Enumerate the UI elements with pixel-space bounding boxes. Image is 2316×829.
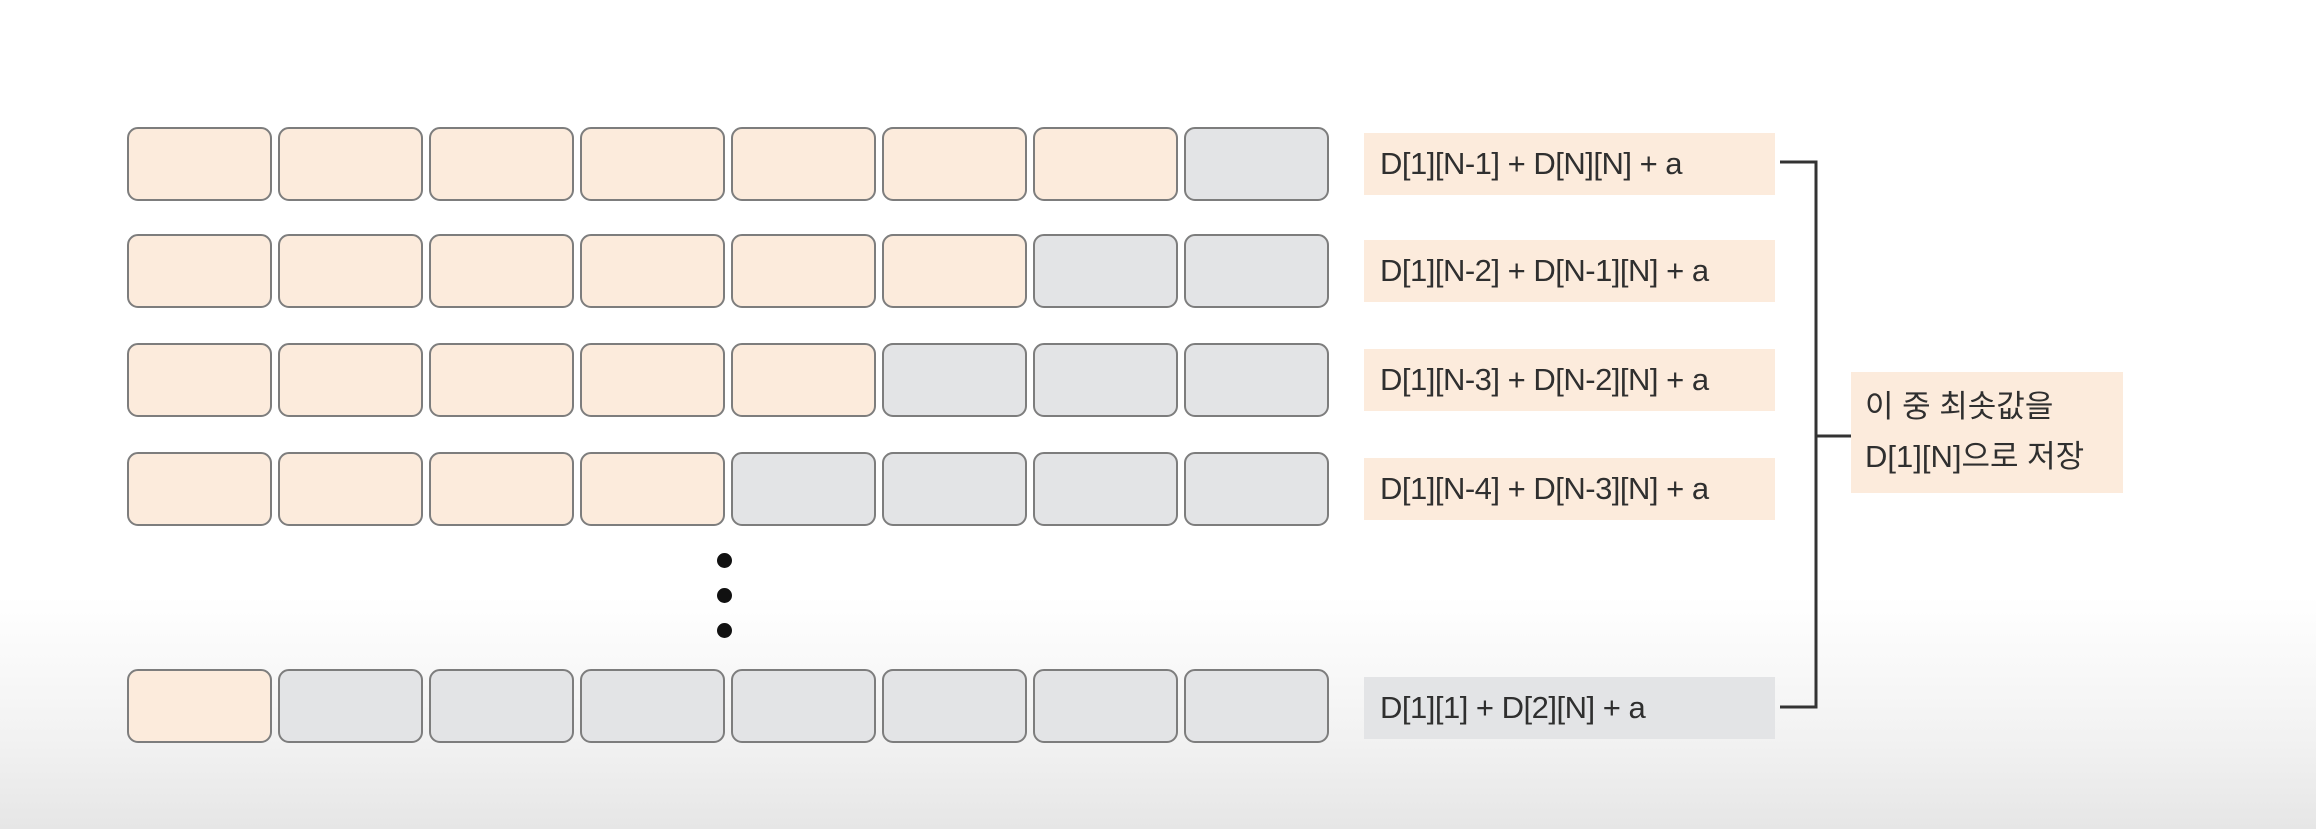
empty-cell [1184,452,1329,526]
ellipsis-dot [717,588,732,603]
filled-cell [429,343,574,417]
formula-label: D[1][1] + D[2][N] + a [1364,677,1775,739]
empty-cell [1184,669,1329,743]
filled-cell [127,452,272,526]
ellipsis-dot [717,623,732,638]
cell-row [127,234,1329,308]
grouping-bracket [1780,160,1852,709]
filled-cell [127,669,272,743]
empty-cell [580,669,725,743]
empty-cell [1184,127,1329,201]
filled-cell [882,127,1027,201]
empty-cell [1033,343,1178,417]
filled-cell [731,127,876,201]
result-note: 이 중 최솟값을 D[1][N]으로 저장 [1851,372,2123,493]
filled-cell [580,234,725,308]
filled-cell [731,343,876,417]
empty-cell [1033,669,1178,743]
formula-label: D[1][N-2] + D[N-1][N] + a [1364,240,1775,302]
filled-cell [580,343,725,417]
filled-cell [429,234,574,308]
filled-cell [580,127,725,201]
empty-cell [882,669,1027,743]
filled-cell [278,452,423,526]
cell-row [127,669,1329,743]
empty-cell [429,669,574,743]
filled-cell [278,127,423,201]
ellipsis-dot [717,553,732,568]
formula-label: D[1][N-1] + D[N][N] + a [1364,133,1775,195]
dp-diagram: D[1][N-1] + D[N][N] + a D[1][N-2] + D[N-… [0,0,2316,829]
filled-cell [278,234,423,308]
filled-cell [127,127,272,201]
filled-cell [580,452,725,526]
cell-row [127,127,1329,201]
empty-cell [278,669,423,743]
empty-cell [731,452,876,526]
result-line-2: D[1][N]으로 저장 [1865,439,2085,474]
filled-cell [882,234,1027,308]
filled-cell [127,343,272,417]
empty-cell [1184,234,1329,308]
filled-cell [278,343,423,417]
empty-cell [731,669,876,743]
filled-cell [731,234,876,308]
cell-row [127,343,1329,417]
empty-cell [882,343,1027,417]
filled-cell [429,452,574,526]
empty-cell [1184,343,1329,417]
result-line-1: 이 중 최솟값을 [1865,389,2054,424]
filled-cell [429,127,574,201]
empty-cell [1033,234,1178,308]
filled-cell [1033,127,1178,201]
filled-cell [127,234,272,308]
empty-cell [882,452,1027,526]
empty-cell [1033,452,1178,526]
formula-label: D[1][N-4] + D[N-3][N] + a [1364,458,1775,520]
formula-label: D[1][N-3] + D[N-2][N] + a [1364,349,1775,411]
ellipsis-dots [712,553,736,643]
cell-row [127,452,1329,526]
